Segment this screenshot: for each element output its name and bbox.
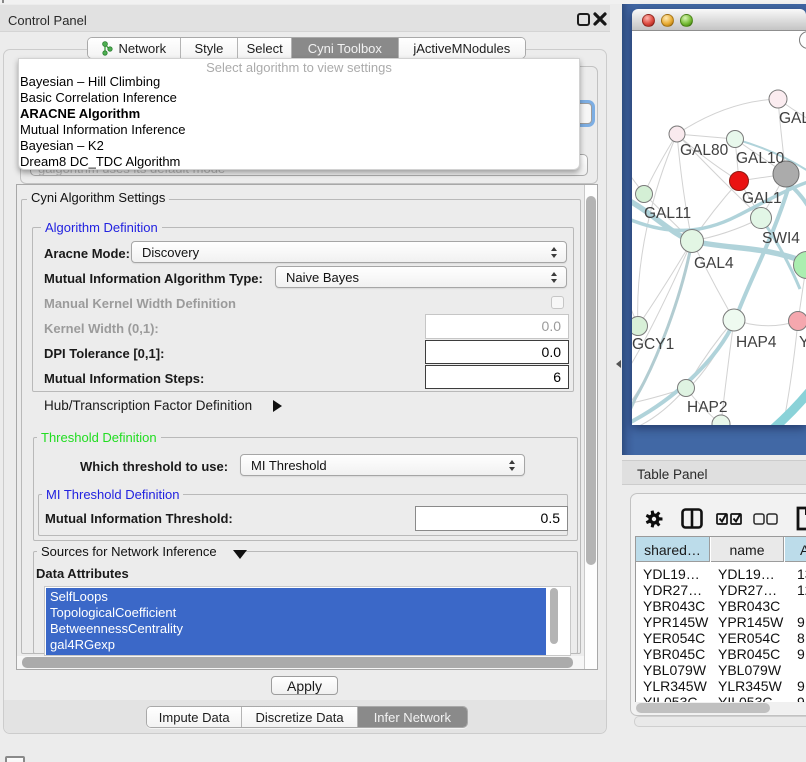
svg-text:GAL10: GAL10 (736, 150, 785, 167)
svg-text:SWI4: SWI4 (762, 230, 800, 247)
svg-text:GAL11: GAL11 (644, 205, 691, 222)
svg-text:YE: YE (799, 334, 806, 351)
svg-text:GAL80: GAL80 (680, 142, 729, 159)
svg-text:GAL1: GAL1 (742, 190, 782, 207)
svg-text:GCY1: GCY1 (632, 336, 674, 353)
svg-text:GAL4: GAL4 (694, 255, 734, 272)
svg-text:GAL: GAL (779, 110, 806, 127)
svg-text:HAP2: HAP2 (687, 399, 728, 416)
svg-text:HAP4: HAP4 (736, 334, 777, 351)
